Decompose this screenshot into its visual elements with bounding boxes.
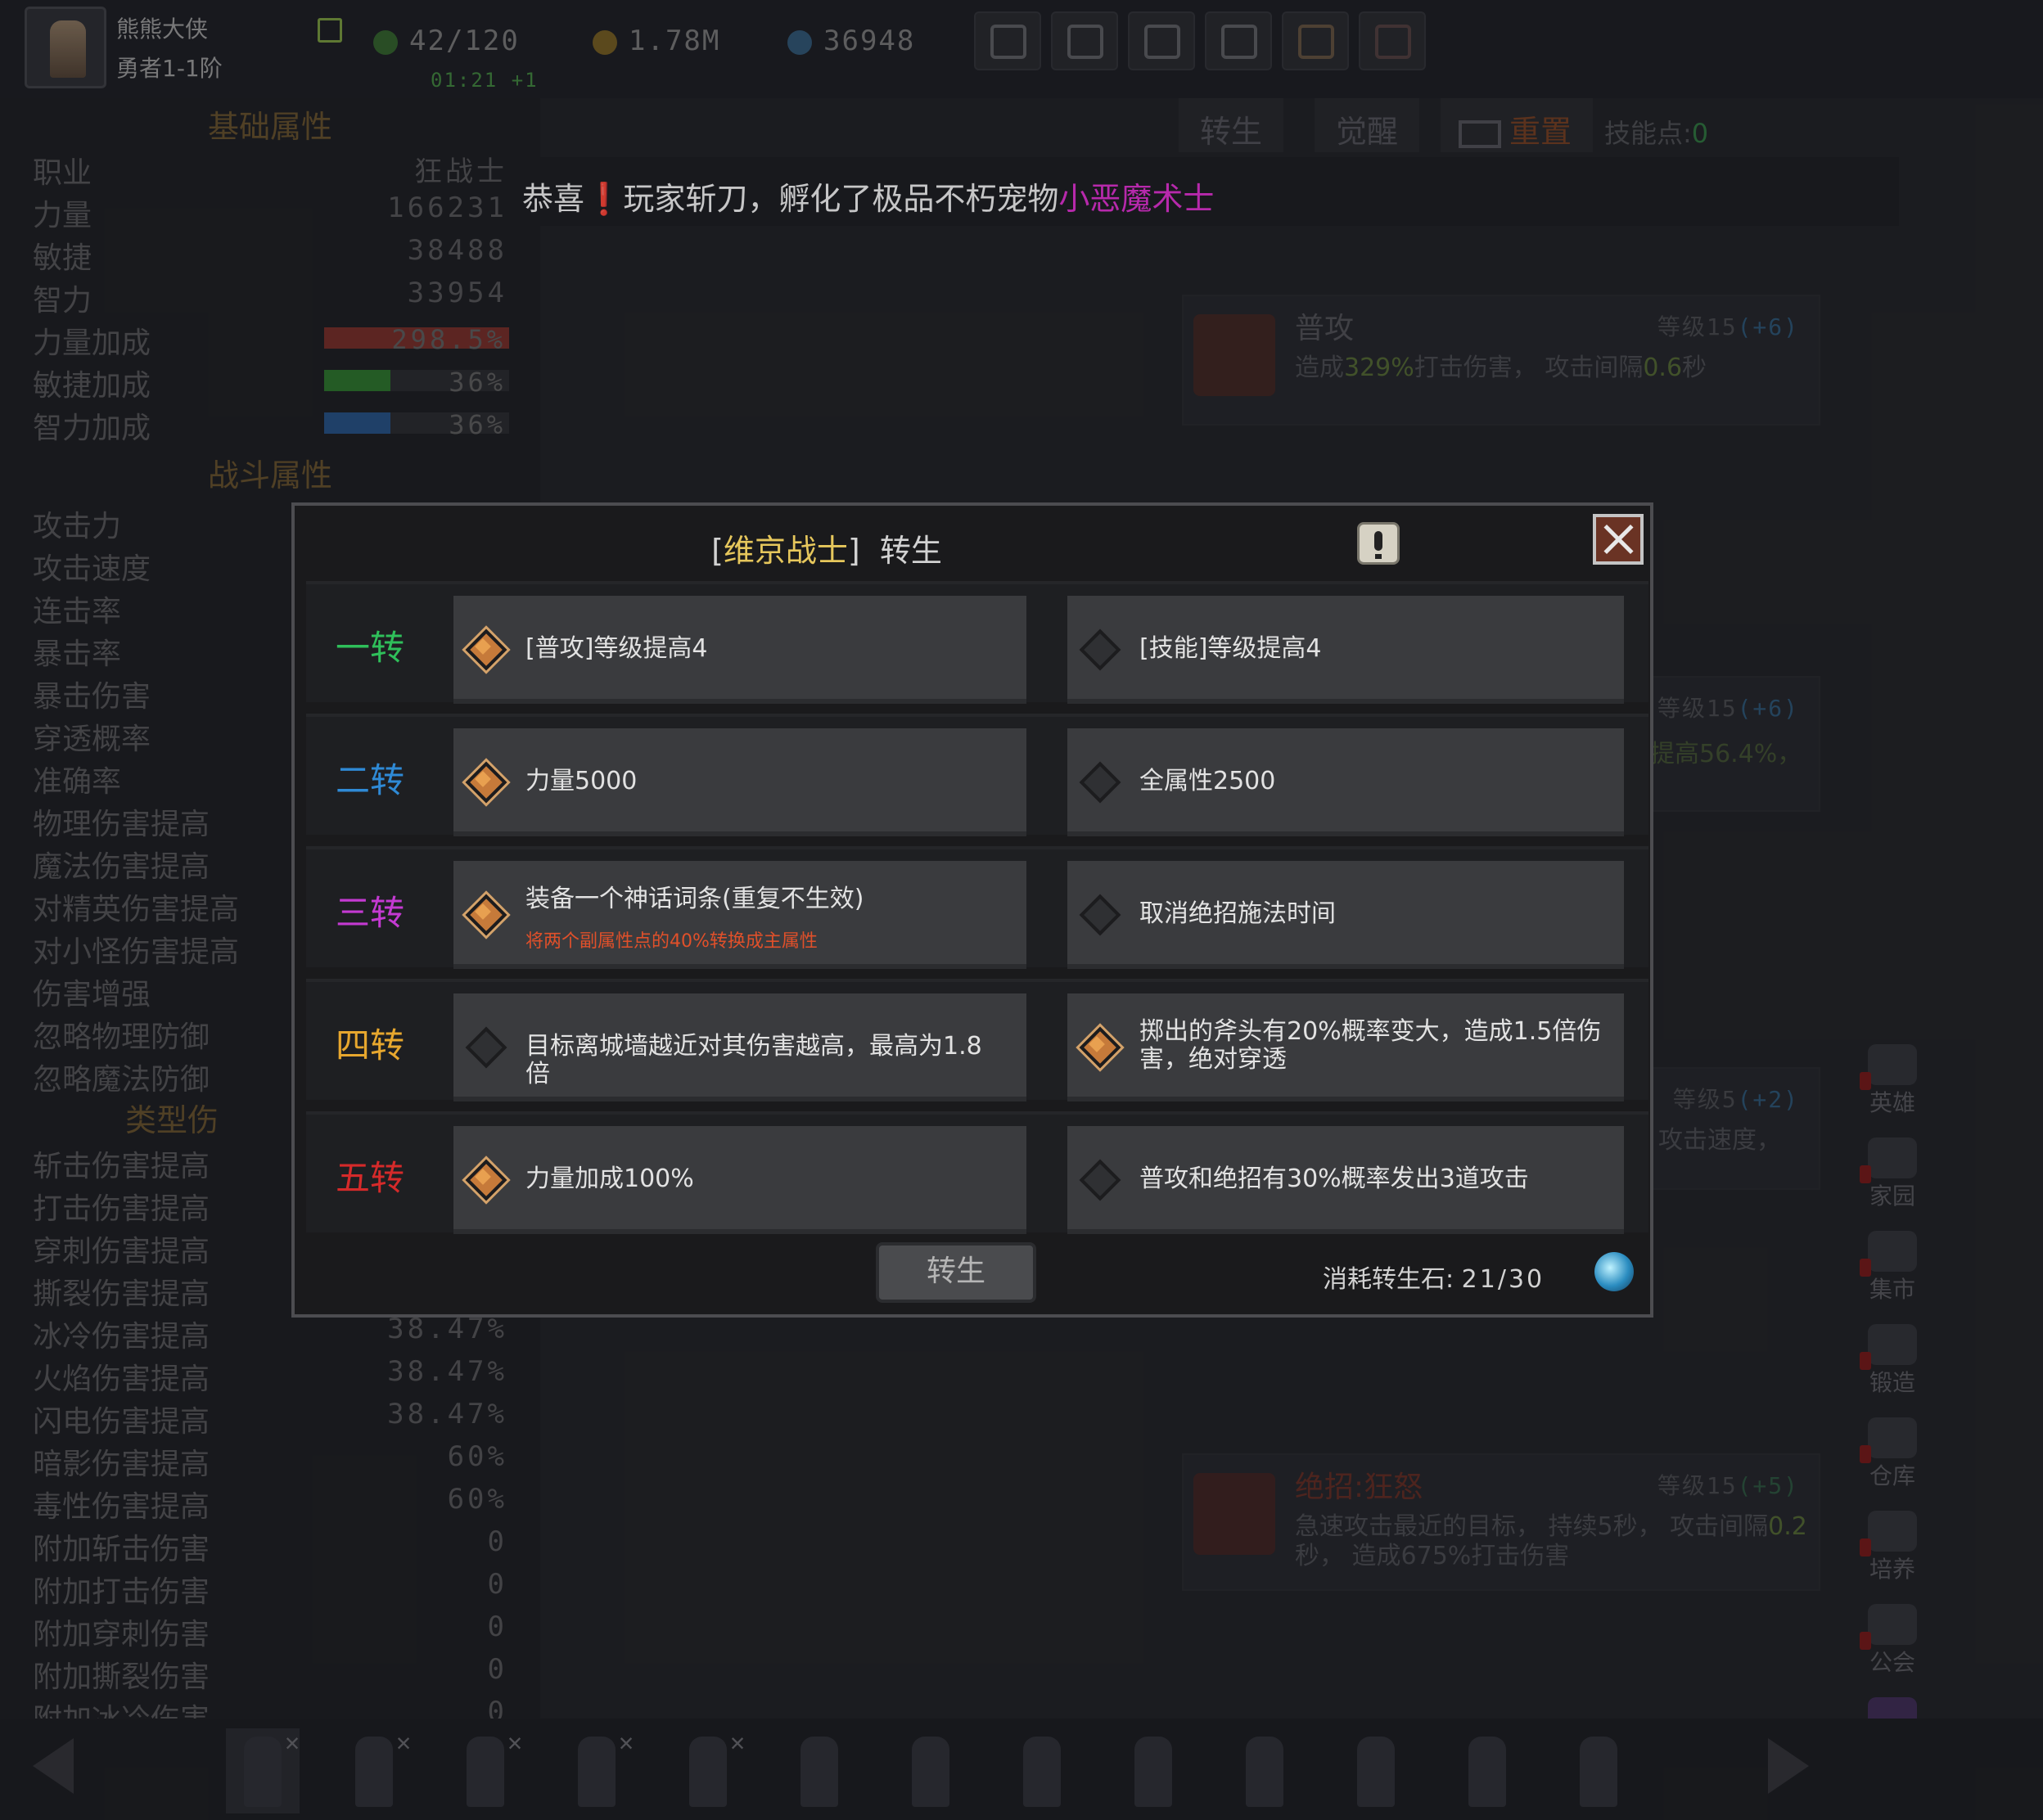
- close-button[interactable]: [1593, 514, 1644, 565]
- tier-option-left[interactable]: 装备一个神话词条(重复不生效) 将两个副属性点的40%转换成主属性: [453, 861, 1026, 969]
- tier-option-text: 力量加成100%: [525, 1165, 694, 1193]
- rebirth-dialog: [维京战士] 转生 一转 [普攻]等级提高4 [技能]等级提高4 二转 力量5000 全属…: [291, 502, 1653, 1318]
- tier-row: 一转 [普攻]等级提高4 [技能]等级提高4: [306, 581, 1648, 704]
- tier-name: 四转: [336, 1025, 405, 1065]
- tier-row: 二转 力量5000 全属性2500: [306, 714, 1648, 836]
- tier-row: 三转 装备一个神话词条(重复不生效) 将两个副属性点的40%转换成主属性 取消绝招施法…: [306, 846, 1648, 969]
- tier-option-right[interactable]: 掷出的斧头有20%概率变大，造成1.5倍伤害，绝对穿透: [1067, 993, 1624, 1101]
- tier-row: 四转 目标离城墙越近对其伤害越高，最高为1.8倍 掷出的斧头有20%概率变大，造成1…: [306, 979, 1648, 1101]
- tier-name: 五转: [336, 1158, 405, 1198]
- cost-value: 21/30: [1461, 1265, 1545, 1294]
- cost-label: 消耗转生石:: [1323, 1265, 1454, 1294]
- diamond-radio-icon[interactable]: [1079, 628, 1115, 664]
- diamond-radio-icon[interactable]: [465, 761, 501, 797]
- diamond-radio-icon[interactable]: [465, 894, 501, 930]
- tier-option-note: 将两个副属性点的40%转换成主属性: [525, 931, 818, 952]
- tier-option-right[interactable]: 取消绝招施法时间: [1067, 861, 1624, 969]
- dialog-class-name: 维京战士: [723, 533, 848, 569]
- tier-option-right[interactable]: 普攻和绝招有30%概率发出3道攻击: [1067, 1126, 1624, 1234]
- tier-name: 三转: [336, 893, 405, 933]
- tier-option-right[interactable]: [技能]等级提高4: [1067, 596, 1624, 704]
- diamond-radio-icon[interactable]: [1079, 761, 1115, 797]
- info-button[interactable]: [1357, 522, 1400, 565]
- tier-option-text: 力量5000: [525, 767, 638, 795]
- diamond-radio-icon[interactable]: [465, 628, 501, 664]
- dialog-title-text: 转生: [879, 533, 942, 569]
- tier-option-left[interactable]: 力量5000: [453, 728, 1026, 836]
- tier-option-left[interactable]: 力量加成100%: [453, 1126, 1026, 1234]
- diamond-radio-icon[interactable]: [1079, 894, 1115, 930]
- tier-option-right[interactable]: 全属性2500: [1067, 728, 1624, 836]
- tier-option-text: 掷出的斧头有20%概率变大，造成1.5倍伤害，绝对穿透: [1139, 1017, 1602, 1074]
- tier-option-left[interactable]: 目标离城墙越近对其伤害越高，最高为1.8倍: [453, 993, 1026, 1101]
- tier-option-text: 全属性2500: [1139, 767, 1276, 795]
- tier-option-text: [技能]等级提高4: [1139, 634, 1322, 663]
- tier-option-text: 装备一个神话词条(重复不生效): [525, 885, 864, 913]
- dialog-title: [维京战士] 转生: [711, 533, 942, 569]
- rebirth-button[interactable]: 转生: [876, 1242, 1036, 1303]
- diamond-radio-icon[interactable]: [465, 1026, 501, 1062]
- tier-option-text: [普攻]等级提高4: [525, 634, 708, 663]
- cost-display: 消耗转生石: 21/30: [1323, 1259, 1545, 1295]
- diamond-radio-icon[interactable]: [1079, 1026, 1115, 1062]
- diamond-radio-icon[interactable]: [1079, 1159, 1115, 1195]
- tier-name: 一转: [336, 628, 405, 668]
- tier-option-text: 取消绝招施法时间: [1139, 899, 1336, 928]
- exclamation-icon: [1374, 531, 1382, 551]
- diamond-radio-icon[interactable]: [465, 1159, 501, 1195]
- tier-name: 二转: [336, 760, 405, 800]
- tier-option-left[interactable]: [普攻]等级提高4: [453, 596, 1026, 704]
- rebirth-stone-icon: [1594, 1252, 1634, 1291]
- tier-option-text: 目标离城墙越近对其伤害越高，最高为1.8倍: [525, 1032, 982, 1088]
- tier-option-text: 普攻和绝招有30%概率发出3道攻击: [1139, 1165, 1529, 1193]
- tier-row: 五转 力量加成100% 普攻和绝招有30%概率发出3道攻击: [306, 1111, 1648, 1234]
